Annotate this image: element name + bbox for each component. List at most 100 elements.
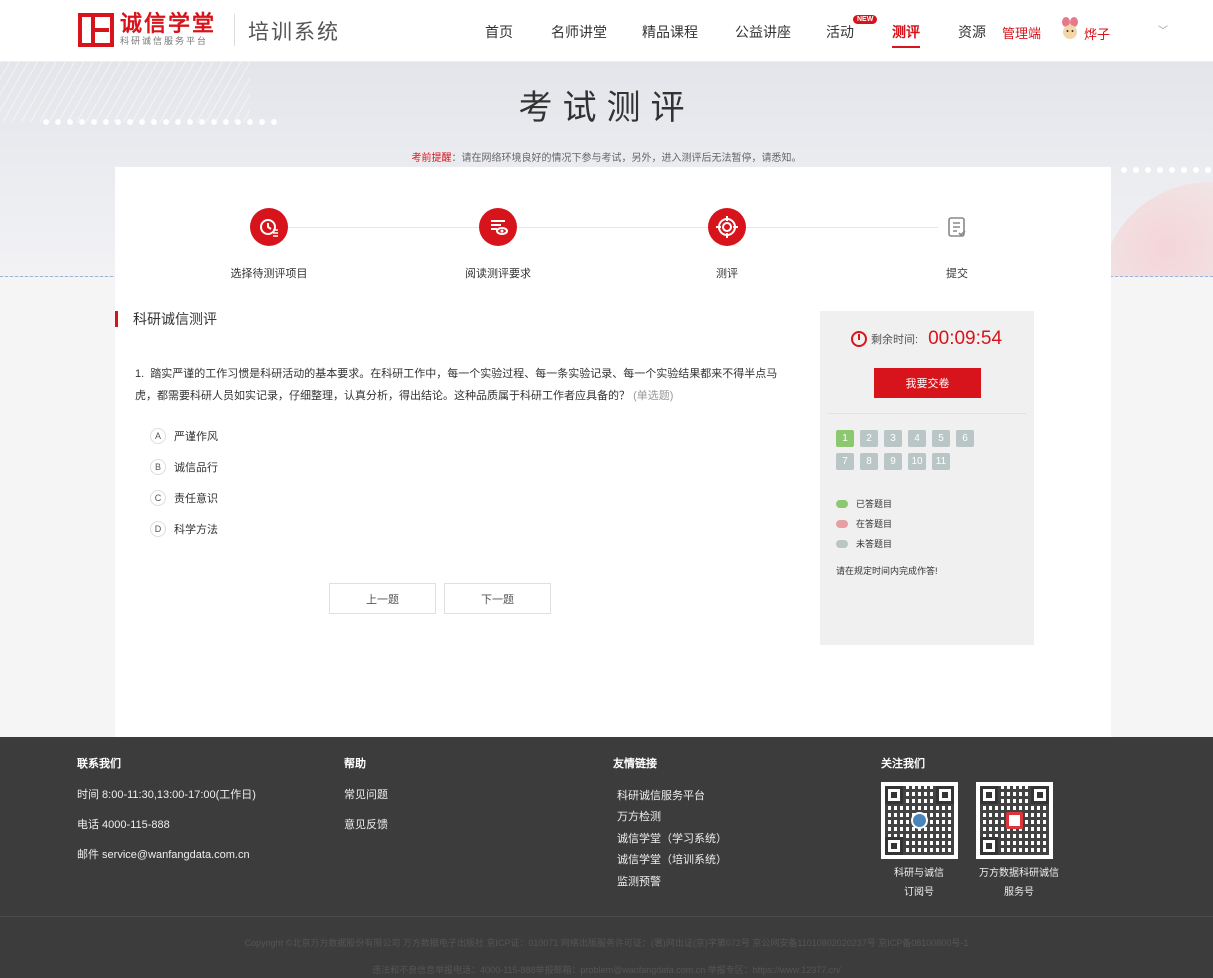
qr-code-service	[976, 782, 1053, 859]
clock-icon	[851, 331, 867, 347]
question-text: 1. 踏实严谨的工作习惯是科研活动的基本要求。在科研工作中，每一个实验过程、每一…	[135, 363, 785, 407]
prev-question-button[interactable]: 上一题	[329, 583, 436, 614]
legend-label: 已答题目	[856, 499, 893, 509]
question-number-button[interactable]: 1	[836, 430, 854, 447]
legend-current: 在答题目	[836, 517, 892, 530]
qr-caption-line: 科研与诚信	[894, 868, 944, 879]
step-label: 测评	[716, 268, 738, 280]
sidebar-divider	[828, 413, 1026, 414]
question-number-button[interactable]: 8	[860, 453, 878, 470]
step-label: 阅读测评要求	[465, 268, 531, 280]
question-number-button[interactable]: 7	[836, 453, 854, 470]
clock-list-icon	[250, 208, 288, 246]
nav-public-lectures[interactable]: 公益讲座	[735, 22, 791, 42]
legend-label: 未答题目	[856, 539, 893, 549]
page-title: 考试测评	[518, 88, 695, 128]
section-title: 科研诚信测评	[115, 311, 217, 327]
footer-link-faq[interactable]: 常见问题	[344, 786, 388, 802]
read-eye-icon	[479, 208, 517, 246]
option-c[interactable]: C 责任意识	[150, 490, 218, 506]
footer: 联系我们 时间 8:00-11:30,13:00-17:00(工作日) 电话 4…	[0, 737, 1213, 978]
exam-sidebar: 剩余时间: 00:09:54 我要交卷 1 2 3 4 5 6 7 8 9 10…	[820, 311, 1034, 645]
option-letter[interactable]: B	[150, 459, 166, 475]
qr-caption-subscription: 科研与诚信 订阅号	[874, 864, 964, 902]
next-question-button[interactable]: 下一题	[444, 583, 551, 614]
timer-label: 剩余时间:	[871, 334, 919, 346]
footer-link-feedback[interactable]: 意见反馈	[344, 816, 388, 832]
legend-answered: 已答题目	[836, 497, 892, 510]
option-a[interactable]: A 严谨作风	[150, 428, 218, 444]
nav-activities[interactable]: 活动	[826, 22, 854, 42]
question-body: 踏实严谨的工作习惯是科研活动的基本要求。在科研工作中，每一个实验过程、每一条实验…	[135, 368, 778, 402]
footer-link-training[interactable]: 诚信学堂（培训系统）	[617, 851, 727, 867]
footer-links-title: 友情链接	[613, 758, 657, 770]
footer-divider	[0, 916, 1213, 917]
submit-exam-button[interactable]: 我要交卷	[874, 368, 981, 398]
nav-lectures[interactable]: 名师讲堂	[551, 22, 607, 42]
option-letter[interactable]: C	[150, 490, 166, 506]
option-d[interactable]: D 科学方法	[150, 521, 218, 537]
option-letter[interactable]: A	[150, 428, 166, 444]
option-b[interactable]: B 诚信品行	[150, 459, 218, 475]
nav-courses[interactable]: 精品课程	[642, 22, 698, 42]
question-type: (单选题)	[633, 390, 674, 402]
site-logo[interactable]: 诚信学堂 科研诚信服务平台	[78, 12, 216, 47]
nav-assessment[interactable]: 测评	[892, 22, 920, 48]
notice-text: ：请在网络环境良好的情况下参与考试，另外，进入测评后无法暂停，请悉知。	[451, 153, 802, 164]
footer-follow-title: 关注我们	[881, 758, 925, 770]
step-select: 选择待测评项目	[189, 208, 349, 281]
step-label: 提交	[946, 268, 968, 280]
question-number-button[interactable]: 11	[932, 453, 950, 470]
question-number-button[interactable]: 6	[956, 430, 974, 447]
step-exam: 测评	[647, 208, 807, 281]
step-submit: 提交	[877, 208, 1037, 281]
system-name: 培训系统	[248, 20, 340, 44]
copyright-line-1: Copyright ©北京万方数据股份有限公司 万方数据电子出版社 京ICP证：…	[244, 938, 969, 948]
option-text[interactable]: 严谨作风	[174, 428, 218, 444]
footer-contact-title: 联系我们	[77, 758, 121, 770]
banner-arc-decoration	[1100, 182, 1213, 276]
question-number-button[interactable]: 9	[884, 453, 902, 470]
footer-email[interactable]: 邮件 service@wanfangdata.com.cn	[77, 846, 250, 862]
time-note: 请在规定时间内完成作答!	[836, 566, 938, 576]
qr-code-subscription	[881, 782, 958, 859]
step-label: 选择待测评项目	[230, 268, 308, 280]
qr-caption-line: 万方数据科研诚信	[979, 868, 1059, 879]
question-number-button[interactable]: 10	[908, 453, 926, 470]
question-number-button[interactable]: 3	[884, 430, 902, 447]
question-number-button[interactable]: 5	[932, 430, 950, 447]
logo-mark-icon	[78, 12, 114, 47]
question-number-button[interactable]: 2	[860, 430, 878, 447]
question-number-button[interactable]: 4	[908, 430, 926, 447]
logo-subtitle: 科研诚信服务平台	[120, 36, 209, 46]
logo-divider	[234, 14, 235, 46]
footer-link-learning[interactable]: 诚信学堂（学习系统）	[617, 830, 727, 846]
qr-caption-line: 服务号	[1004, 887, 1034, 898]
chevron-down-icon[interactable]: ﹀	[1158, 22, 1168, 37]
new-badge: NEW	[853, 15, 878, 24]
target-icon	[708, 208, 746, 246]
exam-notice: 考前提醒：请在网络环境良好的情况下参与考试，另外，进入测评后无法暂停，请悉知。	[0, 149, 1213, 164]
timer-value: 00:09:54	[928, 328, 1003, 349]
footer-link-platform[interactable]: 科研诚信服务平台	[617, 787, 705, 803]
user-avatar-icon[interactable]	[1060, 17, 1080, 41]
timer: 剩余时间: 00:09:54	[851, 328, 1002, 350]
option-letter[interactable]: D	[150, 521, 166, 537]
admin-link[interactable]: 管理端	[1002, 23, 1041, 42]
legend-dot	[836, 499, 848, 508]
exam-card: 选择待测评项目 阅读测评要求 测评 提交 科研诚信测评 1. 踏实严谨的工作习惯…	[115, 167, 1111, 737]
legend-label: 在答题目	[856, 519, 893, 529]
username[interactable]: 烨子	[1084, 24, 1110, 43]
top-header: 诚信学堂 科研诚信服务平台 培训系统 首页 名师讲堂 精品课程 公益讲座 活动 …	[0, 0, 1213, 62]
footer-link-monitor[interactable]: 监测预警	[617, 873, 661, 889]
option-text[interactable]: 诚信品行	[174, 459, 218, 475]
banner-dots-decoration-right	[1118, 165, 1213, 175]
option-text[interactable]: 责任意识	[174, 490, 218, 506]
option-text[interactable]: 科学方法	[174, 521, 218, 537]
logo-title: 诚信学堂	[120, 11, 217, 36]
nav-resources[interactable]: 资源	[958, 22, 986, 42]
legend-unanswered: 未答题目	[836, 537, 892, 550]
nav-home[interactable]: 首页	[485, 22, 513, 42]
footer-link-check[interactable]: 万方检测	[617, 808, 661, 824]
qr-caption-service: 万方数据科研诚信 服务号	[974, 864, 1064, 902]
